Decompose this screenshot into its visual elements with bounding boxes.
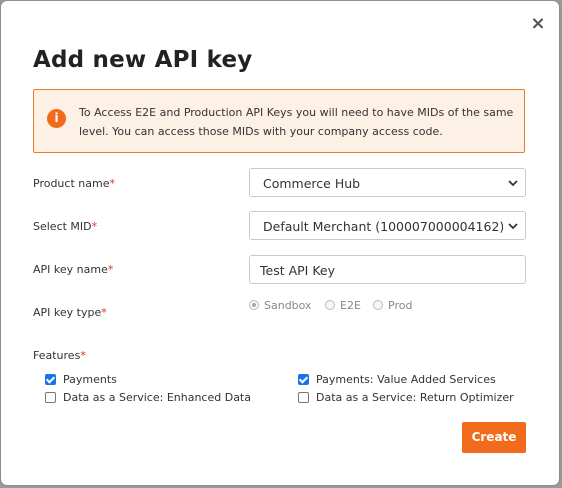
create-button[interactable]: Create (462, 422, 526, 453)
select-mid-select[interactable]: Default Merchant (100007000004162) S (249, 211, 526, 240)
feature-payments-checkbox[interactable]: Payments (45, 373, 117, 386)
notice-text: To Access E2E and Production API Keys yo… (79, 106, 514, 138)
feature-enhanced-data-checkbox[interactable]: Data as a Service: Enhanced Data (45, 391, 251, 404)
radio-e2e[interactable]: E2E (325, 299, 361, 312)
product-name-label: Product name* (33, 177, 115, 190)
radio-button-icon (249, 300, 259, 310)
product-name-select[interactable]: Commerce Hub (249, 168, 526, 197)
info-icon: i (47, 109, 66, 128)
api-key-name-label: API key name* (33, 263, 114, 276)
checkbox-checked-icon (45, 373, 56, 385)
add-api-key-dialog: × Add new API key i To Access E2E and Pr… (1, 1, 559, 485)
radio-button-icon (373, 300, 383, 310)
info-notice: i To Access E2E and Production API Keys … (33, 89, 525, 153)
product-name-value: Commerce Hub (263, 176, 361, 191)
checkbox-unchecked-icon (298, 391, 309, 403)
close-icon[interactable]: × (529, 15, 547, 33)
api-key-name-input[interactable]: Test API Key (249, 255, 526, 284)
api-key-name-value: Test API Key (260, 263, 335, 278)
radio-button-icon (325, 300, 335, 310)
radio-sandbox[interactable]: Sandbox (249, 299, 312, 312)
feature-return-optimizer-checkbox[interactable]: Data as a Service: Return Optimizer (298, 391, 514, 404)
checkbox-unchecked-icon (45, 391, 56, 403)
chevron-down-icon (508, 223, 518, 230)
api-key-type-label: API key type* (33, 306, 107, 319)
select-mid-label: Select MID* (33, 220, 98, 233)
chevron-down-icon (508, 180, 518, 187)
radio-prod[interactable]: Prod (373, 299, 412, 312)
features-label: Features* (33, 349, 86, 362)
checkbox-checked-icon (298, 373, 309, 385)
select-mid-value: Default Merchant (100007000004162) S (263, 219, 503, 234)
dialog-title: Add new API key (33, 47, 253, 73)
feature-value-added-services-checkbox[interactable]: Payments: Value Added Services (298, 373, 496, 386)
